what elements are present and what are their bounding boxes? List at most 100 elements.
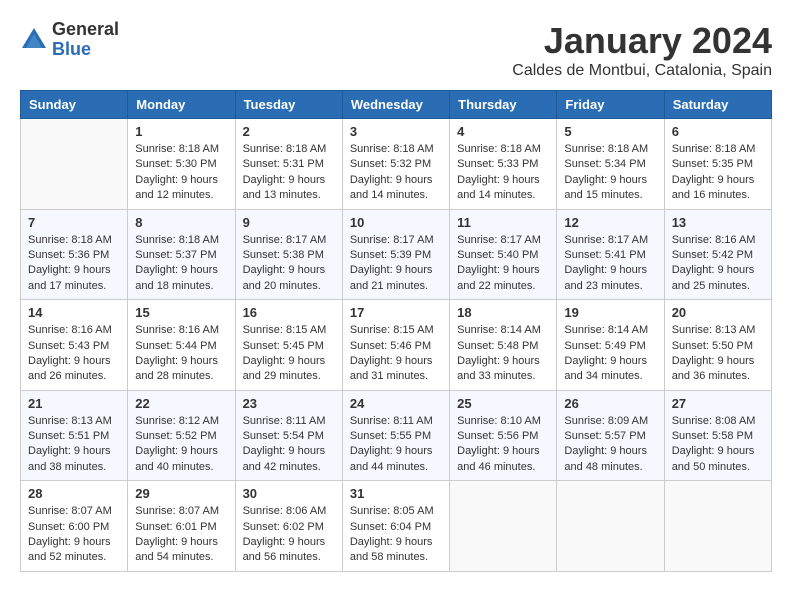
- day-info: Sunrise: 8:18 AMSunset: 5:34 PMDaylight:…: [564, 142, 656, 204]
- day-info: Sunrise: 8:06 AMSunset: 6:02 PMDaylight:…: [243, 504, 335, 566]
- day-number: 31: [350, 486, 442, 501]
- week-row-4: 21Sunrise: 8:13 AMSunset: 5:51 PMDayligh…: [21, 390, 772, 481]
- day-number: 13: [672, 215, 764, 230]
- day-info: Sunrise: 8:11 AMSunset: 5:54 PMDaylight:…: [243, 414, 335, 476]
- location-title: Caldes de Montbui, Catalonia, Spain: [512, 62, 772, 80]
- calendar-cell: 21Sunrise: 8:13 AMSunset: 5:51 PMDayligh…: [21, 390, 128, 481]
- calendar-cell: 31 Sunrise: 8:05 AMSunset: 6:04 PMDayligh…: [342, 481, 449, 572]
- calendar-cell: 6 Sunrise: 8:18 AMSunset: 5:35 PMDaylight…: [664, 119, 771, 210]
- day-header-wednesday: Wednesday: [342, 91, 449, 119]
- calendar-table: SundayMondayTuesdayWednesdayThursdayFrid…: [20, 90, 772, 572]
- day-number: 26: [564, 396, 656, 411]
- calendar-cell: 16Sunrise: 8:15 AMSunset: 5:45 PMDayligh…: [235, 300, 342, 391]
- day-number: 23: [243, 396, 335, 411]
- calendar-cell: 18Sunrise: 8:14 AMSunset: 5:48 PMDayligh…: [450, 300, 557, 391]
- logo-blue-label: Blue: [52, 40, 119, 60]
- calendar-cell: 9 Sunrise: 8:17 AMSunset: 5:38 PMDaylight…: [235, 209, 342, 300]
- day-header-sunday: Sunday: [21, 91, 128, 119]
- calendar-cell: 3 Sunrise: 8:18 AMSunset: 5:32 PMDaylight…: [342, 119, 449, 210]
- day-info: Sunrise: 8:18 AMSunset: 5:37 PMDaylight:…: [135, 233, 227, 295]
- day-info: Sunrise: 8:17 AMSunset: 5:39 PMDaylight:…: [350, 233, 442, 295]
- day-header-friday: Friday: [557, 91, 664, 119]
- day-info: Sunrise: 8:11 AMSunset: 5:55 PMDaylight:…: [350, 414, 442, 476]
- day-info: Sunrise: 8:17 AMSunset: 5:38 PMDaylight:…: [243, 233, 335, 295]
- day-info: Sunrise: 8:15 AMSunset: 5:46 PMDaylight:…: [350, 323, 442, 385]
- day-info: Sunrise: 8:17 AMSunset: 5:40 PMDaylight:…: [457, 233, 549, 295]
- day-info: Sunrise: 8:18 AMSunset: 5:36 PMDaylight:…: [28, 233, 120, 295]
- page-header: General Blue January 2024 Caldes de Mont…: [20, 20, 772, 80]
- day-number: 9: [243, 215, 335, 230]
- day-info: Sunrise: 8:08 AMSunset: 5:58 PMDaylight:…: [672, 414, 764, 476]
- day-info: Sunrise: 8:18 AMSunset: 5:31 PMDaylight:…: [243, 142, 335, 204]
- day-number: 12: [564, 215, 656, 230]
- calendar-cell: 19 Sunrise: 8:14 AMSunset: 5:49 PMDayligh…: [557, 300, 664, 391]
- day-number: 3: [350, 124, 442, 139]
- day-number: 10: [350, 215, 442, 230]
- calendar-cell: 15 Sunrise: 8:16 AMSunset: 5:44 PMDayligh…: [128, 300, 235, 391]
- calendar-cell: 27 Sunrise: 8:08 AMSunset: 5:58 PMDayligh…: [664, 390, 771, 481]
- day-number: 27: [672, 396, 764, 411]
- calendar-cell: [450, 481, 557, 572]
- calendar-cell: [21, 119, 128, 210]
- calendar-cell: [557, 481, 664, 572]
- day-info: Sunrise: 8:05 AMSunset: 6:04 PMDaylight:…: [350, 504, 442, 566]
- calendar-cell: 5 Sunrise: 8:18 AMSunset: 5:34 PMDaylight…: [557, 119, 664, 210]
- calendar-cell: 23 Sunrise: 8:11 AMSunset: 5:54 PMDayligh…: [235, 390, 342, 481]
- day-info: Sunrise: 8:16 AMSunset: 5:42 PMDaylight:…: [672, 233, 764, 295]
- day-info: Sunrise: 8:12 AMSunset: 5:52 PMDaylight:…: [135, 414, 227, 476]
- day-number: 20: [672, 305, 764, 320]
- day-number: 5: [564, 124, 656, 139]
- calendar-cell: 26Sunrise: 8:09 AMSunset: 5:57 PMDayligh…: [557, 390, 664, 481]
- title-block: January 2024 Caldes de Montbui, Cataloni…: [512, 20, 772, 80]
- logo-icon: [20, 26, 48, 54]
- week-row-2: 7 Sunrise: 8:18 AMSunset: 5:36 PMDaylight…: [21, 209, 772, 300]
- calendar-cell: 28 Sunrise: 8:07 AMSunset: 6:00 PMDayligh…: [21, 481, 128, 572]
- day-header-monday: Monday: [128, 91, 235, 119]
- calendar-cell: 2Sunrise: 8:18 AMSunset: 5:31 PMDaylight…: [235, 119, 342, 210]
- day-number: 28: [28, 486, 120, 501]
- calendar-cell: 30 Sunrise: 8:06 AMSunset: 6:02 PMDayligh…: [235, 481, 342, 572]
- calendar-cell: 4 Sunrise: 8:18 AMSunset: 5:33 PMDaylight…: [450, 119, 557, 210]
- day-info: Sunrise: 8:18 AMSunset: 5:32 PMDaylight:…: [350, 142, 442, 204]
- logo-text: General Blue: [52, 20, 119, 60]
- day-number: 4: [457, 124, 549, 139]
- day-number: 24: [350, 396, 442, 411]
- calendar-cell: 1Sunrise: 8:18 AMSunset: 5:30 PMDaylight…: [128, 119, 235, 210]
- calendar-cell: 24 Sunrise: 8:11 AMSunset: 5:55 PMDayligh…: [342, 390, 449, 481]
- calendar-cell: 12 Sunrise: 8:17 AMSunset: 5:41 PMDayligh…: [557, 209, 664, 300]
- day-number: 22: [135, 396, 227, 411]
- calendar-cell: 22 Sunrise: 8:12 AMSunset: 5:52 PMDayligh…: [128, 390, 235, 481]
- day-number: 25: [457, 396, 549, 411]
- day-header-thursday: Thursday: [450, 91, 557, 119]
- day-number: 15: [135, 305, 227, 320]
- day-number: 19: [564, 305, 656, 320]
- calendar-cell: 20Sunrise: 8:13 AMSunset: 5:50 PMDayligh…: [664, 300, 771, 391]
- week-row-3: 14Sunrise: 8:16 AMSunset: 5:43 PMDayligh…: [21, 300, 772, 391]
- calendar-cell: 10 Sunrise: 8:17 AMSunset: 5:39 PMDayligh…: [342, 209, 449, 300]
- calendar-cell: 7 Sunrise: 8:18 AMSunset: 5:36 PMDaylight…: [21, 209, 128, 300]
- day-info: Sunrise: 8:07 AMSunset: 6:01 PMDaylight:…: [135, 504, 227, 566]
- day-info: Sunrise: 8:14 AMSunset: 5:48 PMDaylight:…: [457, 323, 549, 385]
- month-title: January 2024: [512, 20, 772, 62]
- calendar-cell: 25 Sunrise: 8:10 AMSunset: 5:56 PMDayligh…: [450, 390, 557, 481]
- day-info: Sunrise: 8:16 AMSunset: 5:44 PMDaylight:…: [135, 323, 227, 385]
- day-info: Sunrise: 8:18 AMSunset: 5:35 PMDaylight:…: [672, 142, 764, 204]
- day-info: Sunrise: 8:18 AMSunset: 5:33 PMDaylight:…: [457, 142, 549, 204]
- day-header-tuesday: Tuesday: [235, 91, 342, 119]
- day-number: 30: [243, 486, 335, 501]
- day-info: Sunrise: 8:07 AMSunset: 6:00 PMDaylight:…: [28, 504, 120, 566]
- calendar-cell: [664, 481, 771, 572]
- day-number: 7: [28, 215, 120, 230]
- day-info: Sunrise: 8:17 AMSunset: 5:41 PMDaylight:…: [564, 233, 656, 295]
- day-number: 1: [135, 124, 227, 139]
- day-number: 6: [672, 124, 764, 139]
- calendar-header-row: SundayMondayTuesdayWednesdayThursdayFrid…: [21, 91, 772, 119]
- day-number: 29: [135, 486, 227, 501]
- calendar-cell: 17 Sunrise: 8:15 AMSunset: 5:46 PMDayligh…: [342, 300, 449, 391]
- day-number: 14: [28, 305, 120, 320]
- day-number: 17: [350, 305, 442, 320]
- day-info: Sunrise: 8:10 AMSunset: 5:56 PMDaylight:…: [457, 414, 549, 476]
- day-number: 8: [135, 215, 227, 230]
- calendar-cell: 29 Sunrise: 8:07 AMSunset: 6:01 PMDayligh…: [128, 481, 235, 572]
- day-info: Sunrise: 8:14 AMSunset: 5:49 PMDaylight:…: [564, 323, 656, 385]
